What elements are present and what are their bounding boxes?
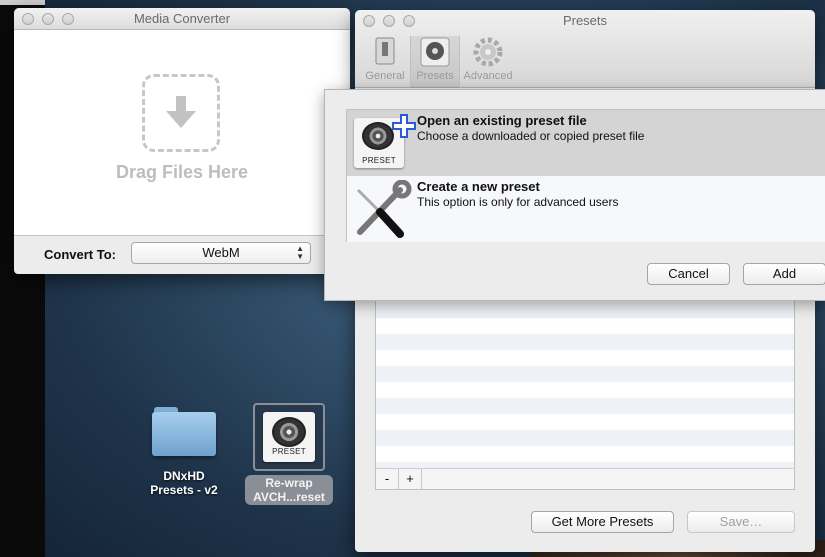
add-preset-sheet: PRESET Open an existing preset file Choo… bbox=[324, 89, 825, 301]
option-open-existing[interactable]: PRESET Open an existing preset file Choo… bbox=[347, 110, 825, 176]
add-preset-button[interactable]: + bbox=[399, 469, 422, 489]
get-more-presets-button[interactable]: Get More Presets bbox=[531, 511, 674, 533]
plus-icon bbox=[392, 114, 416, 138]
option-title: Create a new preset bbox=[417, 179, 540, 194]
preset-add-icon: PRESET bbox=[350, 114, 416, 174]
minimize-button[interactable] bbox=[383, 15, 395, 27]
label-line-1: Re-wrap bbox=[265, 476, 313, 490]
folder-icon bbox=[152, 405, 216, 457]
preferences-toolbar: Presets General Presets Advanced bbox=[355, 10, 815, 88]
tab-label: Presets bbox=[416, 70, 454, 82]
remove-preset-button[interactable]: - bbox=[376, 469, 399, 489]
list-controls: - + bbox=[375, 468, 795, 490]
titlebar[interactable]: Presets bbox=[355, 10, 815, 32]
switch-icon bbox=[368, 36, 402, 68]
zoom-button[interactable] bbox=[403, 15, 415, 27]
preset-option-list: PRESET Open an existing preset file Choo… bbox=[346, 109, 825, 242]
close-button[interactable] bbox=[22, 13, 34, 25]
label-line-2: AVCH...reset bbox=[253, 490, 325, 504]
tab-general[interactable]: General bbox=[360, 36, 410, 82]
drop-zone[interactable]: Drag Files Here bbox=[14, 30, 350, 236]
option-description: This option is only for advanced users bbox=[417, 195, 619, 209]
window-controls bbox=[22, 13, 74, 25]
desktop-preset-file[interactable]: PRESET Re-wrap AVCH...reset bbox=[239, 403, 339, 505]
desktop-icon-label: DNxHD Presets - v2 bbox=[150, 469, 217, 497]
add-button[interactable]: Add bbox=[743, 263, 825, 285]
cancel-button[interactable]: Cancel bbox=[647, 263, 730, 285]
zoom-button[interactable] bbox=[62, 13, 74, 25]
preset-list[interactable] bbox=[375, 285, 795, 477]
tab-advanced[interactable]: Advanced bbox=[463, 36, 513, 82]
option-title: Open an existing preset file bbox=[417, 113, 587, 128]
preset-badge-text: PRESET bbox=[362, 156, 396, 165]
label-line-1: DNxHD bbox=[163, 469, 205, 483]
updown-arrows-icon: ▲ ▼ bbox=[296, 244, 304, 261]
tab-presets[interactable]: Presets bbox=[410, 36, 460, 88]
preset-file-icon: PRESET bbox=[253, 403, 325, 471]
window-title: Media Converter bbox=[133, 11, 231, 26]
convert-row: Convert To: WebM ▲ ▼ bbox=[14, 236, 350, 274]
tab-label: Advanced bbox=[463, 70, 513, 82]
option-description: Choose a downloaded or copied preset fil… bbox=[417, 129, 645, 143]
window-title: Presets bbox=[562, 13, 608, 28]
preset-badge-text: PRESET bbox=[272, 447, 306, 456]
tools-icon bbox=[350, 179, 414, 240]
option-create-new[interactable]: Create a new preset This option is only … bbox=[347, 176, 825, 242]
close-button[interactable] bbox=[363, 15, 375, 27]
window-controls bbox=[363, 15, 415, 27]
save-button[interactable]: Save… bbox=[687, 511, 795, 533]
media-converter-window: Media Converter Drag Files Here Convert … bbox=[14, 8, 350, 274]
gear-icon bbox=[471, 36, 505, 68]
preset-reel-icon bbox=[418, 36, 452, 68]
titlebar[interactable]: Media Converter bbox=[14, 8, 350, 30]
preset-badge-icon: PRESET bbox=[263, 412, 315, 462]
download-arrow-icon bbox=[142, 74, 220, 152]
minimize-button[interactable] bbox=[42, 13, 54, 25]
desktop-folder-dnxhd[interactable]: DNxHD Presets - v2 bbox=[144, 405, 224, 497]
tab-label: General bbox=[365, 70, 405, 82]
drop-zone-label: Drag Files Here bbox=[115, 162, 249, 182]
convert-to-label: Convert To: bbox=[44, 247, 116, 262]
desktop-icon-label: Re-wrap AVCH...reset bbox=[245, 475, 333, 505]
format-select-value: WebM bbox=[202, 245, 240, 260]
label-line-2: Presets - v2 bbox=[150, 483, 218, 497]
format-select[interactable]: WebM ▲ ▼ bbox=[131, 242, 311, 264]
